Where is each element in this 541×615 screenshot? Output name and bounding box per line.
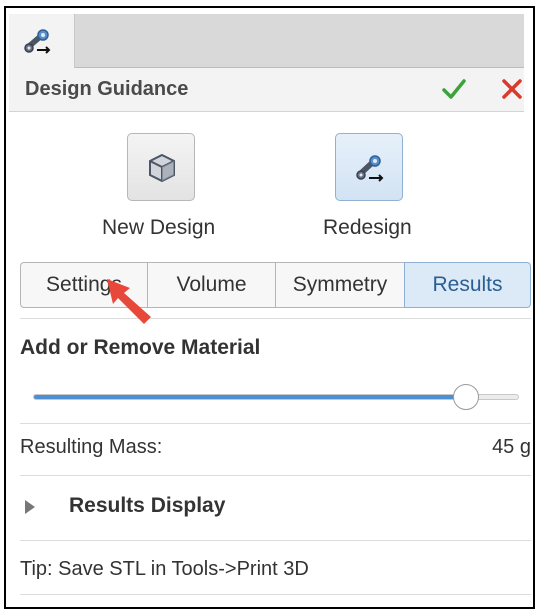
design-guidance-icon [24,29,51,54]
divider [20,540,531,541]
checkmark-icon[interactable] [441,76,467,102]
divider [20,594,531,595]
new-design-label: New Design [102,216,216,239]
redesign-label: Redesign [323,216,412,239]
results-display-header[interactable]: Results Display [69,494,225,518]
annotation-arrow-icon [107,279,151,324]
panel-header: Design Guidance [9,68,524,112]
tab-volume[interactable]: Volume [147,262,276,308]
tip-text: Tip: Save STL in Tools->Print 3D [20,558,309,580]
redesign-button[interactable] [335,133,403,201]
material-section-title: Add or Remove Material [20,336,261,359]
close-icon[interactable] [500,77,524,101]
resulting-mass-label: Resulting Mass: [20,436,163,458]
material-slider-thumb[interactable] [452,384,479,410]
tab-results[interactable]: Results [404,262,531,308]
redesign-icon [356,155,384,182]
tab-symmetry[interactable]: Symmetry [275,262,405,308]
tab-strip [9,14,524,68]
material-slider-track[interactable] [33,394,519,400]
divider [20,475,531,476]
material-slider-fill [34,395,467,399]
divider [20,318,531,319]
page-title: Design Guidance [25,78,189,100]
cube-icon [149,153,175,183]
resulting-mass-value: 45 g [492,436,531,458]
tab-design-guidance[interactable] [9,14,75,69]
expand-triangle-icon[interactable] [24,499,36,515]
divider [20,423,531,424]
new-design-button[interactable] [127,133,195,201]
